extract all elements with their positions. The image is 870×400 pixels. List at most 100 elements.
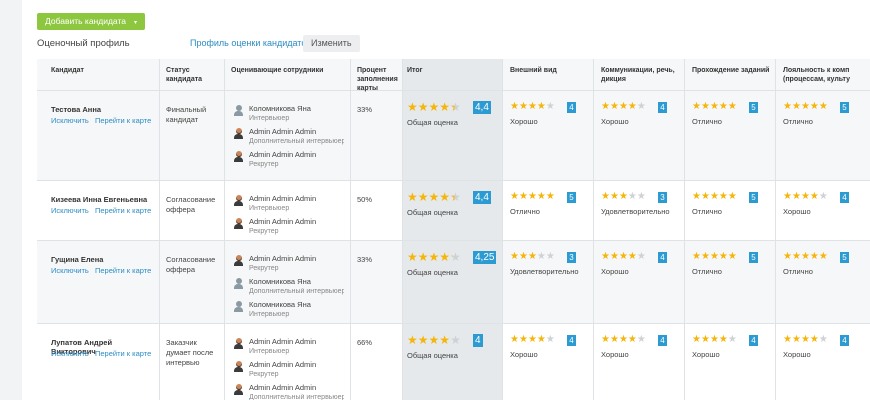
star-icon: ★ <box>601 191 610 202</box>
star-icon: ★ <box>809 191 819 202</box>
total-score-badge: 4,4 <box>473 101 491 114</box>
column-header[interactable]: Процент заполнения карты <box>357 66 402 93</box>
column-header[interactable]: Итог <box>407 66 497 75</box>
star-icon: ★ <box>791 191 801 202</box>
column-divider <box>224 59 225 400</box>
star-icon: ★ <box>510 101 519 112</box>
column-header[interactable]: Внешний вид <box>510 66 595 75</box>
exclude-link[interactable]: Исключить <box>51 349 89 358</box>
star-icon: ★ <box>601 251 610 262</box>
score-badge: 5 <box>749 192 758 203</box>
star-icon: ★ <box>627 334 637 345</box>
star-icon: ★ <box>800 334 810 345</box>
evaluator-name: Коломникова Яна <box>249 277 311 286</box>
star-icon: ★ <box>791 251 801 262</box>
add-candidate-button[interactable]: Добавить кандидата ▾ <box>37 13 146 30</box>
star-icon: ★ <box>618 334 628 345</box>
star-icon: ★ <box>783 251 792 262</box>
star-icon: ★ <box>709 191 719 202</box>
avatar-body <box>234 344 243 349</box>
column-divider <box>593 59 594 400</box>
star-icon: ★ <box>718 334 728 345</box>
star-rating: ★★★★★ <box>407 250 461 264</box>
star-rating: ★★★★★ <box>407 190 461 204</box>
row-divider <box>37 180 870 181</box>
go-to-card-link[interactable]: Перейти к карте <box>95 206 151 215</box>
star-icon: ★ <box>417 333 429 347</box>
star-icon: ★ <box>709 251 719 262</box>
star-icon: ★ <box>527 101 537 112</box>
change-profile-button[interactable]: Изменить <box>303 35 360 52</box>
star-icon: ★ <box>692 101 701 112</box>
evaluator-role: Дополнительный интервьюер <box>249 394 344 400</box>
star-icon: ★ <box>609 251 619 262</box>
star-icon: ★ <box>450 100 461 114</box>
star-icon: ★ <box>428 190 440 204</box>
evaluator-name: Admin Admin Admin <box>249 194 317 203</box>
star-icon: ★ <box>518 334 528 345</box>
star-icon: ★ <box>818 334 828 345</box>
candidate-name[interactable]: Тестова Анна <box>51 105 156 114</box>
candidate-name[interactable]: Кизеева Инна Евгеньевна <box>51 195 156 204</box>
fill-percent: 33% <box>357 105 373 114</box>
avatar <box>234 361 243 372</box>
star-icon: ★ <box>439 190 451 204</box>
candidate-name[interactable]: Гущина Елена <box>51 255 156 264</box>
chevron-down-icon[interactable]: ▾ <box>134 20 137 26</box>
profile-link[interactable]: Профиль оценки кандидатов <box>190 38 311 48</box>
column-divider <box>402 59 403 400</box>
column-header[interactable]: Лояльность к комп (процессам, культу <box>783 66 870 84</box>
exclude-link[interactable]: Исключить <box>51 266 89 275</box>
star-icon: ★ <box>809 101 819 112</box>
candidate-status: Финальный кандидат <box>166 105 207 124</box>
star-icon: ★ <box>718 191 728 202</box>
exclude-link[interactable]: Исключить <box>51 206 89 215</box>
column-header[interactable]: Коммуникации, речь, дикция <box>601 66 686 84</box>
score-badge: 3 <box>658 192 667 203</box>
row-divider <box>37 240 870 241</box>
column-header[interactable]: Статус кандидата <box>166 66 226 84</box>
avatar-body <box>234 307 243 312</box>
overall-label: Общая оценка <box>407 118 458 127</box>
star-icon: ★ <box>545 191 555 202</box>
avatar-body <box>234 111 243 116</box>
go-to-card-link[interactable]: Перейти к карте <box>95 116 151 125</box>
star-rating: ★★★★★ <box>407 100 461 114</box>
avatar <box>234 151 243 162</box>
star-icon: ★ <box>510 334 519 345</box>
star-icon: ★ <box>791 101 801 112</box>
overall-label: Общая оценка <box>407 208 458 217</box>
score-badge: 3 <box>567 252 576 263</box>
star-rating: ★★★★★ <box>601 334 646 345</box>
go-to-card-link[interactable]: Перейти к карте <box>95 266 151 275</box>
score-grade: Отлично <box>692 117 722 126</box>
evaluator-role: Интервьюер <box>249 205 290 212</box>
exclude-link[interactable]: Исключить <box>51 116 89 125</box>
star-icon: ★ <box>809 334 819 345</box>
star-icon: ★ <box>692 191 701 202</box>
candidate-status: Согласование оффера <box>166 195 216 214</box>
star-icon: ★ <box>692 334 701 345</box>
profile-label: Оценочный профиль <box>37 38 130 49</box>
column-divider <box>350 59 351 400</box>
star-icon: ★ <box>417 190 429 204</box>
column-divider <box>684 59 685 400</box>
avatar-body <box>234 157 243 162</box>
star-icon: ★ <box>783 101 792 112</box>
evaluator-role: Дополнительный интервьюер <box>249 138 344 145</box>
score-grade: Хорошо <box>601 117 629 126</box>
star-icon: ★ <box>545 101 555 112</box>
star-icon: ★ <box>439 250 451 264</box>
column-header[interactable]: Оценивающие сотрудники <box>231 66 341 75</box>
star-icon: ★ <box>809 251 819 262</box>
score-badge: 4 <box>658 252 667 263</box>
score-grade: Отлично <box>692 267 722 276</box>
star-rating: ★★★★★ <box>510 191 555 202</box>
go-to-card-link[interactable]: Перейти к карте <box>95 349 151 358</box>
column-header[interactable]: Прохождение заданий <box>692 66 777 75</box>
column-header[interactable]: Кандидат <box>51 66 151 75</box>
avatar-body <box>234 367 243 372</box>
star-rating: ★★★★★ <box>510 334 555 345</box>
star-icon: ★ <box>510 191 519 202</box>
column-divider <box>775 59 776 400</box>
